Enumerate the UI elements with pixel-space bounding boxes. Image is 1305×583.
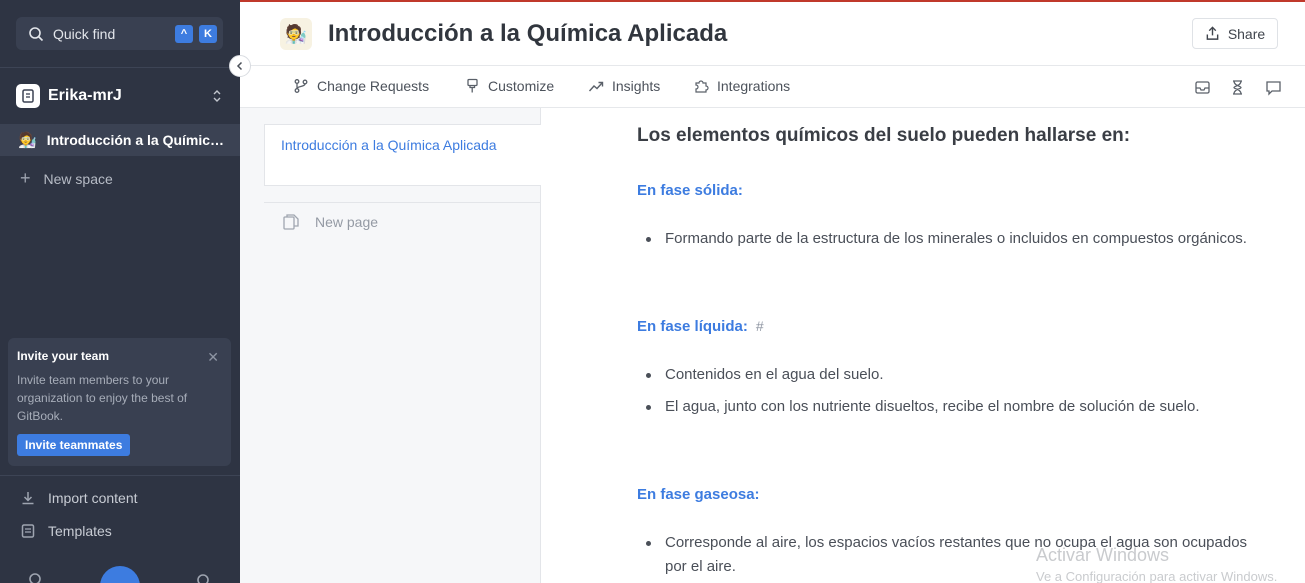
plus-icon: + [20, 168, 31, 188]
content-heading: Los elementos químicos del suelo pueden … [637, 125, 1131, 146]
import-content-label: Import content [48, 490, 138, 506]
templates-label: Templates [48, 523, 112, 539]
section-title: En fase gaseosa: [637, 486, 760, 503]
share-button[interactable]: Share [1192, 18, 1278, 49]
tab-customize[interactable]: Customize [465, 78, 554, 94]
quick-find-label: Quick find [53, 25, 116, 42]
close-icon[interactable]: ✕ [207, 349, 219, 366]
brush-icon [467, 78, 478, 93]
search-icon[interactable] [28, 572, 44, 583]
hourglass-icon[interactable] [1229, 79, 1246, 96]
shortcut-key-k: K [199, 25, 217, 43]
trend-chart-icon [588, 81, 604, 92]
new-page-label: New page [315, 214, 379, 230]
sidebar: Quick find ^ K Erika-mrJ 🧑‍🔬 Introducció… [0, 0, 240, 583]
tab-label: Integrations [717, 78, 791, 94]
download-icon [22, 492, 34, 505]
bullet-list: Formando parte de la estructura de los m… [637, 227, 1257, 259]
org-name: Erika-mrJ [48, 87, 122, 104]
sidebar-item-space[interactable]: 🧑‍🔬 Introducción a la Química Aplicada [0, 124, 240, 156]
space-emoji-icon[interactable]: 🧑‍🔬 [280, 18, 312, 50]
tab-label: Change Requests [317, 78, 430, 94]
invite-team-card: Invite your team ✕ Invite team members t… [8, 338, 231, 466]
toc-page-item-active[interactable]: Introducción a la Química Aplicada [264, 124, 541, 186]
space-emoji-icon: 🧑‍🔬 [18, 132, 37, 149]
section-heading-gas: En fase gaseosa: [637, 486, 760, 503]
new-space-label: New space [43, 170, 113, 187]
templates-link[interactable]: Templates [20, 523, 112, 539]
tab-change-requests[interactable]: Change Requests [293, 78, 429, 94]
anchor-link-icon[interactable]: # [756, 318, 764, 334]
invite-card-text: Invite team members to your organization… [17, 373, 188, 423]
activation-watermark-title: Activar Windows [1036, 545, 1170, 565]
space-toolbar: Change Requests Customize Insights Integ… [240, 67, 1305, 108]
shortcut-key-ctrl: ^ [175, 25, 193, 43]
section-title: En fase líquida: [637, 318, 748, 335]
tab-integrations[interactable]: Integrations [693, 78, 790, 94]
import-content-link[interactable]: Import content [20, 490, 138, 506]
tab-label: Insights [612, 78, 661, 94]
space-header: 🧑‍🔬 Introducción a la Química Aplicada S… [240, 2, 1305, 66]
tab-label: Customize [488, 78, 555, 94]
gear-icon[interactable] [195, 572, 211, 583]
collapse-sidebar-button[interactable] [229, 55, 251, 77]
toc-divider [264, 202, 541, 203]
org-avatar [16, 84, 40, 108]
chevron-up-down-icon [213, 90, 221, 102]
create-button[interactable] [100, 566, 140, 583]
invite-teammates-button[interactable]: Invite teammates [17, 434, 131, 456]
puzzle-icon [695, 80, 709, 93]
share-icon [1206, 26, 1219, 40]
share-label: Share [1227, 25, 1266, 42]
page-content: Los elementos químicos del suelo pueden … [541, 108, 1305, 583]
search-icon [29, 26, 44, 41]
sidebar-divider [0, 475, 240, 476]
comment-icon[interactable] [1265, 79, 1282, 96]
list-item: Formando parte de la estructura de los m… [637, 227, 1257, 251]
tab-insights[interactable]: Insights [588, 78, 660, 94]
org-switcher[interactable]: Erika-mrJ [16, 83, 224, 109]
bullet-list: Contenidos en el agua del suelo. El agua… [637, 363, 1257, 427]
table-of-contents: Introducción a la Química Aplicada New p… [240, 108, 541, 583]
activation-watermark-text: Ve a Configuración para activar Windows. [1036, 569, 1278, 583]
sidebar-divider [0, 67, 240, 68]
quick-find-button[interactable]: Quick find ^ K [16, 17, 223, 50]
template-icon [21, 524, 35, 538]
org-building-icon [22, 89, 34, 103]
new-page-button[interactable]: New page [282, 213, 378, 231]
sidebar-item-label: Introducción a la Química Aplicada [46, 132, 227, 148]
new-page-icon [283, 214, 299, 230]
chevron-left-icon [236, 61, 243, 71]
list-item: El agua, junto con los nutriente disuelt… [637, 395, 1257, 419]
section-heading-solid: En fase sólida: [637, 182, 743, 199]
list-item: Contenidos en el agua del suelo. [637, 363, 1257, 387]
section-title: En fase sólida: [637, 182, 743, 199]
git-branch-icon [294, 79, 308, 93]
page-title: Introducción a la Química Aplicada [328, 20, 728, 47]
inbox-icon[interactable] [1194, 79, 1211, 96]
invite-card-title: Invite your team [17, 349, 110, 363]
section-heading-liquid: En fase líquida: # [637, 318, 764, 335]
new-space-button[interactable]: + New space [20, 168, 113, 189]
